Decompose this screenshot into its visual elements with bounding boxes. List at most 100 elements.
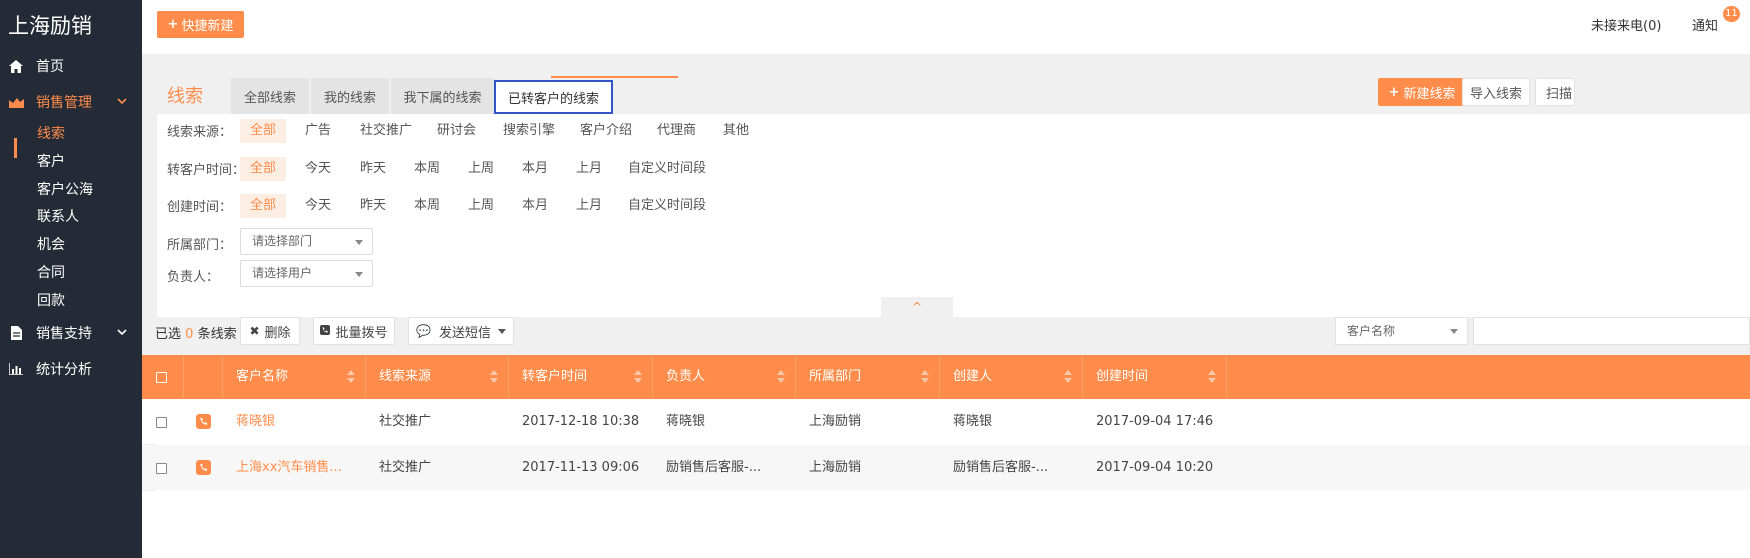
send-sms-label: 发送短信 — [438, 325, 491, 341]
notifications-link[interactable]: 通知 — [1692, 15, 1718, 34]
owner-select[interactable]: 请选择用户 — [240, 260, 373, 287]
sort-icon[interactable] — [347, 370, 355, 384]
column-header-creator[interactable]: 创建人 — [940, 355, 1083, 399]
sidebar-item-statistics[interactable]: 统计分析 — [0, 355, 142, 383]
row-checkbox[interactable] — [156, 417, 167, 428]
select-all-checkbox[interactable] — [156, 372, 167, 383]
home-icon — [8, 58, 24, 74]
department-select[interactable]: 请选择部门 — [240, 228, 373, 255]
filter-create-time-option[interactable]: 上周 — [468, 194, 494, 218]
sort-icon[interactable] — [1064, 370, 1072, 384]
notification-badge: 11 — [1723, 6, 1740, 22]
filter-convert-time-option[interactable]: 自定义时间段 — [628, 157, 706, 181]
delete-button[interactable]: ✖ 删除 — [240, 317, 300, 345]
batch-dial-button[interactable]: 批量拨号 — [313, 317, 395, 345]
sort-icon[interactable] — [1208, 370, 1216, 384]
owner-cell: 励销售后客服-... — [666, 460, 762, 475]
filter-create-time-option[interactable]: 昨天 — [360, 194, 386, 218]
tab-all-leads[interactable]: 全部线索 — [231, 78, 309, 114]
filter-create-time-option[interactable]: 上月 — [576, 194, 602, 218]
filter-convert-time-option[interactable]: 全部 — [240, 157, 286, 181]
import-leads-button[interactable]: 导入线索 — [1462, 78, 1530, 106]
sidebar-item-sales-support[interactable]: 销售支持 — [0, 319, 142, 347]
filter-source-option[interactable]: 研讨会 — [437, 119, 476, 143]
sidebar-item-label: 首页 — [36, 59, 64, 75]
sidebar-subitem-contracts[interactable]: 合同 — [37, 260, 65, 286]
new-lead-label: 新建线索 — [1403, 86, 1456, 102]
filter-create-time-option[interactable]: 本周 — [414, 194, 440, 218]
creator-cell: 励销售后客服-... — [953, 460, 1049, 475]
filter-create-time-option[interactable]: 今天 — [305, 194, 331, 218]
filter-source-option[interactable]: 客户介绍 — [580, 119, 632, 143]
filter-convert-time-option[interactable]: 上周 — [468, 157, 494, 181]
chart-area-icon — [8, 94, 24, 110]
table-row: 上海xx汽车销售... 社交推广 2017-11-13 09:06 励销售后客服… — [142, 445, 1750, 490]
column-header-owner[interactable]: 负责人 — [653, 355, 796, 399]
sidebar-subitem-contacts[interactable]: 联系人 — [37, 204, 79, 230]
sidebar-item-sales-management[interactable]: 销售管理 — [0, 88, 142, 116]
filter-create-time-option[interactable]: 本月 — [522, 194, 548, 218]
create-time-cell: 2017-09-04 10:20 — [1096, 460, 1214, 475]
column-header-label: 所属部门 — [809, 369, 862, 384]
filter-create-time-option[interactable]: 全部 — [240, 194, 286, 218]
phone-icon[interactable] — [196, 414, 211, 429]
collapse-filters-toggle[interactable]: ^ — [881, 297, 953, 317]
sidebar-item-home[interactable]: 首页 — [0, 52, 142, 80]
department-cell: 上海励销 — [809, 460, 862, 475]
selected-prefix: 已选 — [155, 327, 182, 342]
phone-icon — [320, 324, 331, 338]
phone-icon[interactable] — [196, 460, 211, 475]
customer-name-link[interactable]: 蒋晓银 — [236, 399, 275, 444]
send-sms-button[interactable]: 💬 发送短信 — [408, 317, 514, 345]
filter-source-option[interactable]: 其他 — [723, 119, 749, 143]
filter-label-create-time: 创建时间： — [167, 200, 233, 215]
convert-time-cell: 2017-11-13 09:06 — [522, 460, 640, 475]
filter-source-option[interactable]: 广告 — [305, 119, 331, 143]
brand-logo-text: 上海励销 — [8, 14, 92, 38]
filter-convert-time-option[interactable]: 本月 — [522, 157, 548, 181]
sort-icon[interactable] — [490, 370, 498, 384]
sidebar-subitem-customers[interactable]: 客户 — [37, 149, 65, 175]
column-header-label: 线索来源 — [379, 369, 432, 384]
sort-icon[interactable] — [634, 370, 642, 384]
sort-icon[interactable] — [777, 370, 785, 384]
filter-convert-time-option[interactable]: 昨天 — [360, 157, 386, 181]
lead-source-cell: 社交推广 — [379, 414, 432, 429]
tab-converted-leads[interactable]: 已转客户的线索 — [494, 80, 613, 114]
filter-convert-time-option[interactable]: 今天 — [305, 157, 331, 181]
row-checkbox[interactable] — [156, 463, 167, 474]
filter-source-option[interactable]: 社交推广 — [360, 119, 412, 143]
quick-new-button[interactable]: + 快捷新建 — [157, 11, 244, 38]
caret-down-icon — [497, 328, 506, 334]
filter-source-option[interactable]: 全部 — [240, 119, 286, 143]
column-header-label: 转客户时间 — [522, 369, 588, 384]
plus-icon: + — [167, 17, 179, 32]
tab-my-leads[interactable]: 我的线索 — [311, 78, 389, 114]
filter-create-time-option[interactable]: 自定义时间段 — [628, 194, 706, 218]
column-header-customer-name[interactable]: 客户名称 — [223, 355, 366, 399]
customer-name-link[interactable]: 上海xx汽车销售... — [236, 445, 342, 490]
table-row: 蒋晓银 社交推广 2017-12-18 10:38 蒋晓银 上海励销 蒋晓银 2… — [142, 399, 1750, 444]
file-icon — [8, 325, 24, 341]
sidebar-subitem-customer-pool[interactable]: 客户公海 — [37, 177, 93, 203]
filter-convert-time-option[interactable]: 上月 — [576, 157, 602, 181]
chevron-down-icon — [117, 325, 127, 341]
column-header-department[interactable]: 所属部门 — [796, 355, 940, 399]
new-lead-button[interactable]: + 新建线索 — [1378, 78, 1466, 106]
missed-calls-link[interactable]: 未接来电(0) — [1591, 15, 1661, 34]
sort-icon[interactable] — [921, 370, 929, 384]
sidebar-subitem-opportunities[interactable]: 机会 — [37, 232, 65, 258]
column-header-lead-source[interactable]: 线索来源 — [366, 355, 509, 399]
filter-source-option[interactable]: 代理商 — [657, 119, 696, 143]
column-header-create-time[interactable]: 创建时间 — [1083, 355, 1227, 399]
scan-button[interactable]: 扫描 — [1535, 78, 1575, 106]
filter-convert-time-option[interactable]: 本周 — [414, 157, 440, 181]
filter-source-option[interactable]: 搜索引擎 — [503, 119, 555, 143]
search-field-select[interactable]: 客户名称 — [1335, 317, 1468, 345]
call-column-header — [184, 355, 223, 399]
tab-subordinate-leads[interactable]: 我下属的线索 — [391, 78, 494, 114]
sidebar-subitem-payments[interactable]: 回款 — [37, 288, 65, 314]
search-input[interactable] — [1473, 317, 1750, 345]
sidebar-subitem-leads[interactable]: 线索 — [37, 121, 65, 147]
column-header-convert-time[interactable]: 转客户时间 — [509, 355, 653, 399]
